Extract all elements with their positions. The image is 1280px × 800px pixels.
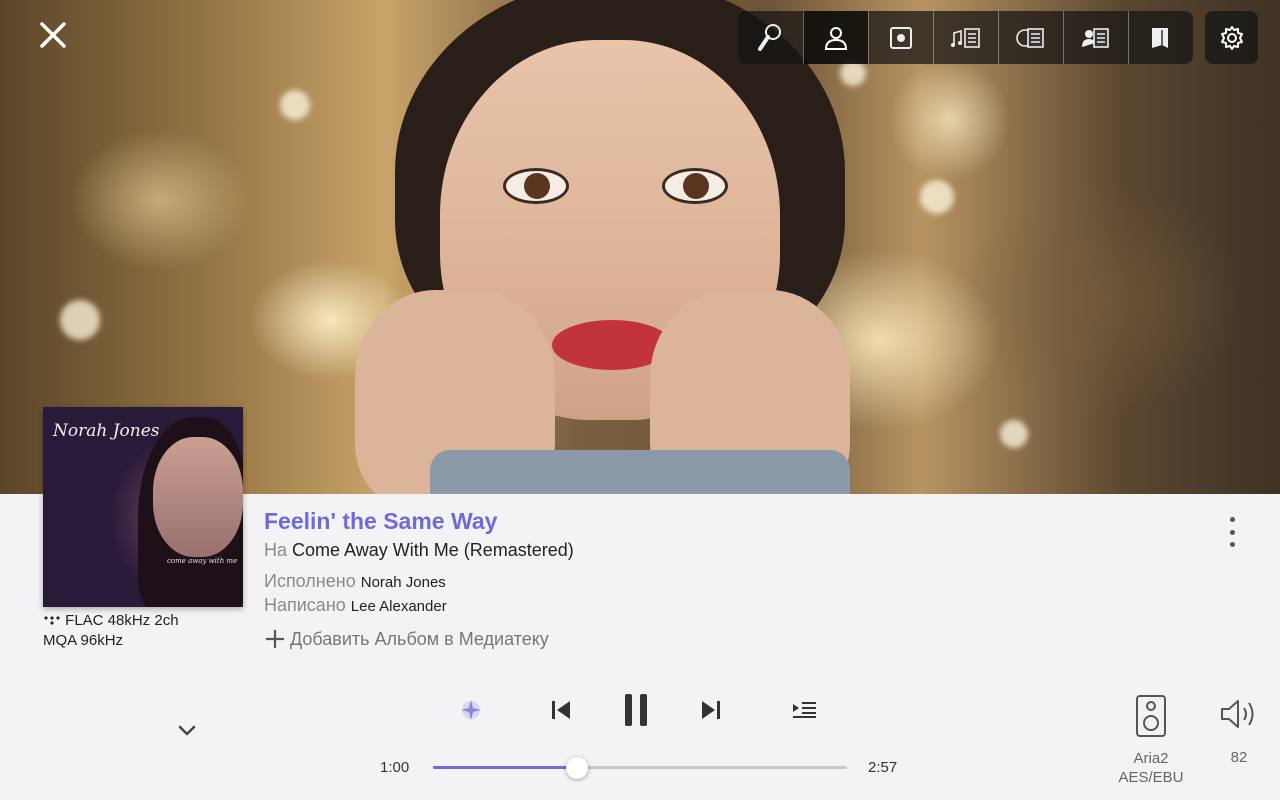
dot-icon: [1229, 529, 1235, 535]
tab-credits[interactable]: [998, 11, 1063, 64]
chevron-down-icon: [178, 725, 196, 736]
credits-icon: [1016, 27, 1044, 48]
device-output: AES/EBU: [1118, 769, 1184, 786]
tab-review[interactable]: [1128, 11, 1193, 64]
artist-line: Исполнено Norah Jones: [264, 571, 446, 592]
tab-bio[interactable]: [1063, 11, 1128, 64]
volume-level: 82: [1230, 749, 1248, 766]
tab-album[interactable]: [868, 11, 933, 64]
writer-line: Написано Lee Alexander: [264, 595, 447, 616]
close-icon: [40, 22, 66, 48]
previous-icon: [552, 701, 570, 719]
volume-icon: [1221, 700, 1254, 728]
writer-link[interactable]: Lee Alexander: [351, 598, 447, 615]
person-icon: [824, 26, 848, 50]
output-device-label: Aria2 AES/EBU: [1110, 749, 1192, 787]
plus-icon: [266, 630, 284, 648]
queue-button[interactable]: [789, 696, 819, 724]
album-cover[interactable]: Norah Jones come away with me: [43, 407, 243, 607]
format-line-1: FLAC 48kHz 2ch: [65, 612, 179, 629]
dot-icon: [1229, 542, 1235, 547]
track-title[interactable]: Feelin' the Same Way: [264, 508, 497, 535]
artist-prefix: Исполнено: [264, 571, 356, 591]
album-link[interactable]: Come Away With Me (Remastered): [292, 540, 574, 560]
add-to-library-label: Добавить Альбом в Медиатеку: [290, 628, 549, 649]
writer-prefix: Написано: [264, 595, 346, 615]
progress-bar[interactable]: [433, 757, 847, 779]
album-prefix: На: [264, 540, 288, 560]
add-to-library-button[interactable]: Добавить Альбом в Медиатеку: [264, 628, 549, 650]
gear-icon: [1220, 25, 1243, 50]
artist-link[interactable]: Norah Jones: [361, 574, 446, 591]
sparkle-icon: [461, 700, 481, 720]
music-notes-icon: [951, 27, 980, 48]
biography-icon: [1082, 27, 1109, 48]
audio-format: FLAC 48kHz 2ch MQA 96kHz: [43, 611, 179, 651]
pause-icon: [625, 694, 647, 726]
info-tabs: [738, 11, 1193, 64]
dot-icon: [1229, 517, 1235, 522]
device-name: Aria2: [1133, 750, 1169, 767]
microphone-icon: [757, 23, 781, 51]
more-options-button[interactable]: [1222, 517, 1242, 547]
progress-thumb[interactable]: [565, 757, 588, 779]
cover-album-text: come away with me: [167, 557, 238, 565]
next-icon: [702, 701, 720, 719]
book-icon: [1152, 27, 1168, 48]
output-device-button[interactable]: [1133, 693, 1169, 739]
elapsed-time: 1:00: [380, 759, 410, 776]
collapse-button[interactable]: [175, 718, 199, 742]
tab-focus[interactable]: [738, 11, 803, 64]
radio-button[interactable]: [457, 696, 485, 724]
tidal-icon: [44, 616, 60, 626]
previous-button[interactable]: [547, 696, 575, 724]
total-time: 2:57: [868, 759, 898, 776]
volume-button[interactable]: [1218, 696, 1260, 732]
tab-artist[interactable]: [803, 11, 868, 64]
cover-artist-text: Norah Jones: [53, 421, 160, 441]
progress-fill: [433, 766, 577, 769]
pause-button[interactable]: [618, 690, 654, 730]
queue-icon: [793, 702, 816, 718]
album-icon: [890, 26, 912, 49]
tab-lyrics[interactable]: [933, 11, 998, 64]
album-line: На Come Away With Me (Remastered): [264, 540, 574, 561]
settings-button[interactable]: [1205, 11, 1258, 64]
close-button[interactable]: [34, 16, 72, 54]
speaker-icon: [1136, 695, 1166, 737]
format-line-2: MQA 96kHz: [43, 632, 124, 649]
next-button[interactable]: [697, 696, 725, 724]
